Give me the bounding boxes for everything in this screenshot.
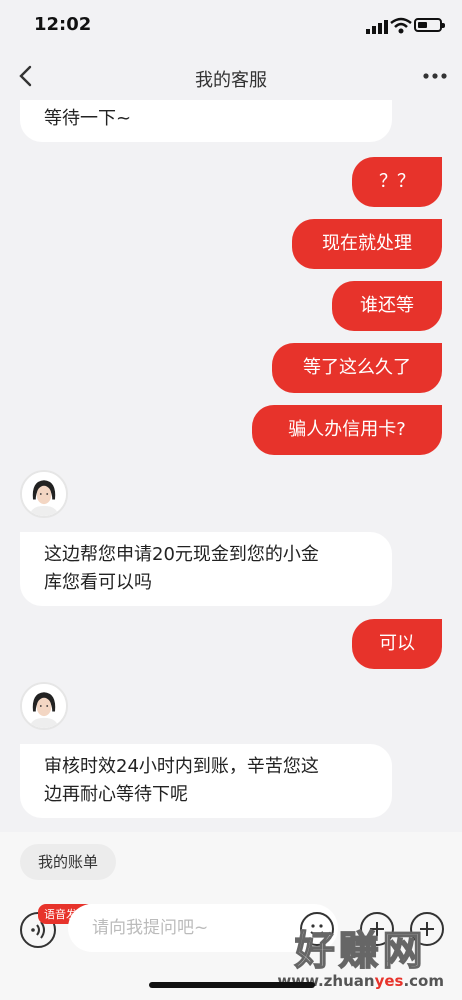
message-user: 现在就处理 <box>292 219 442 269</box>
battery-icon <box>414 18 445 32</box>
nav-bar: 我的客服 <box>0 50 462 102</box>
signal-icon <box>366 20 388 34</box>
agent-avatar[interactable] <box>20 682 68 730</box>
agent-avatar[interactable] <box>20 470 68 518</box>
page-title: 我的客服 <box>195 70 267 91</box>
message-user: 等了这么久了 <box>272 343 442 393</box>
home-indicator <box>149 982 315 988</box>
message-agent: 这边帮您申请20元现金到您的小金 库您看可以吗 <box>20 532 392 606</box>
message-user: 可以 <box>352 619 442 669</box>
more-icon[interactable] <box>422 72 448 80</box>
my-bill-button[interactable]: 我的账单 <box>20 844 117 880</box>
wifi-icon <box>390 17 412 34</box>
agent-face-icon <box>22 472 66 516</box>
message-agent: 等待一下~ <box>20 100 392 142</box>
message-user: ？？ <box>352 157 442 207</box>
watermark: 好赚网 www.zhuanyes.com <box>277 927 444 990</box>
message-user: 谁还等 <box>332 281 442 331</box>
message-agent: 审核时效24小时内到账，辛苦您这 边再耐心等待下呢 <box>20 744 392 818</box>
message-user: 骗人办信用卡? <box>252 405 442 455</box>
agent-face-icon <box>22 684 66 728</box>
status-time: 12:02 <box>34 14 92 35</box>
status-bar: 12:02 <box>0 0 462 50</box>
